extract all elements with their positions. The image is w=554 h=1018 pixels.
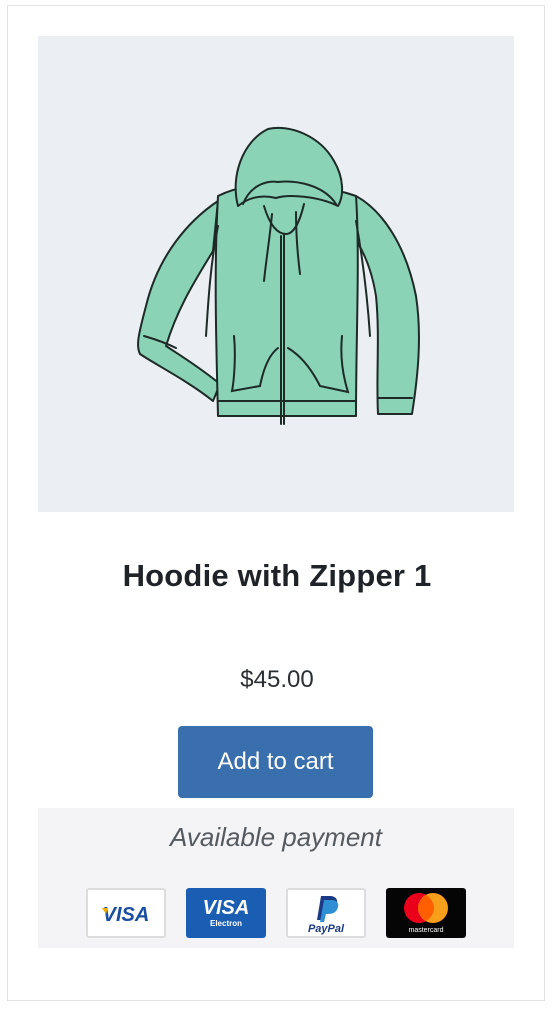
visa-electron-label: VISA (203, 897, 250, 919)
paypal-icon: PayPal (286, 888, 366, 938)
payment-title: Available payment (170, 822, 382, 852)
visa-electron-sub: Electron (210, 919, 242, 928)
visa-label: VISA (103, 904, 150, 926)
payment-section: Available payment VISA VISA Electron Pay… (38, 808, 514, 948)
product-image[interactable] (38, 36, 514, 512)
add-to-cart-button[interactable]: Add to cart (178, 726, 373, 798)
product-title[interactable]: Hoodie with Zipper 1 (8, 558, 546, 594)
hoodie-illustration-icon (137, 127, 420, 425)
visa-icon: VISA (86, 888, 166, 938)
product-card: Hoodie with Zipper 1 $45.00 Add to cart … (7, 5, 545, 1001)
mastercard-label: mastercard (408, 927, 443, 934)
paypal-label: PayPal (308, 923, 345, 935)
product-price: $45.00 (240, 666, 314, 693)
visa-electron-icon: VISA Electron (186, 888, 266, 938)
mastercard-icon: mastercard (386, 888, 466, 938)
